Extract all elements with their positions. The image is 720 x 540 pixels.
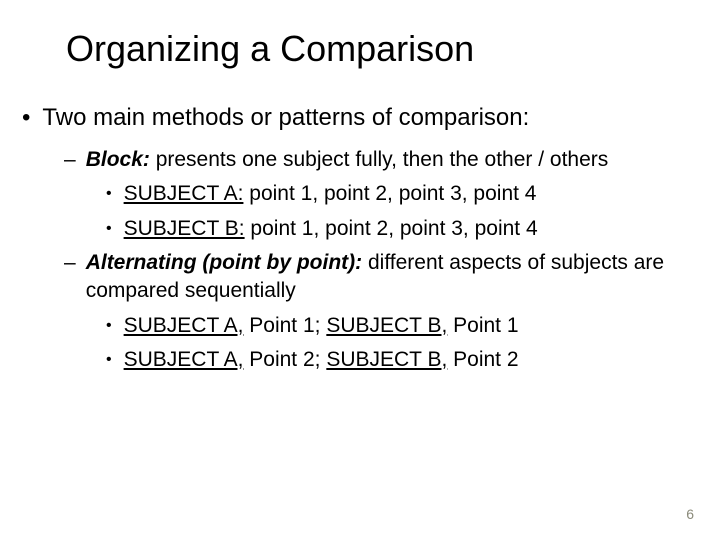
block-label: Block:	[86, 148, 150, 171]
subject-b-label: SUBJECT B:	[124, 217, 245, 240]
block-subject-a-text: SUBJECT A: point 1, point 2, point 3, po…	[124, 180, 537, 208]
alt2-subj-b: SUBJECT B,	[326, 348, 447, 371]
main-bullet: • Two main methods or patterns of compar…	[22, 104, 700, 132]
page-number: 6	[686, 506, 694, 522]
bullet-dot-icon: •	[22, 104, 30, 132]
bullet-dot-icon: •	[106, 180, 112, 208]
block-subject-a: • SUBJECT A: point 1, point 2, point 3, …	[106, 180, 670, 208]
alt2-mid: Point 2;	[243, 348, 326, 371]
alt2-subj-a: SUBJECT A,	[124, 348, 244, 371]
subject-a-points: point 1, point 2, point 3, point 4	[243, 182, 536, 205]
alternating-label: Alternating (point by point):	[86, 251, 362, 274]
block-subject-b: • SUBJECT B: point 1, point 2, point 3, …	[106, 215, 670, 243]
slide-title: Organizing a Comparison	[66, 28, 700, 70]
block-desc: presents one subject fully, then the oth…	[150, 148, 608, 171]
alt2-end: Point 2	[447, 348, 518, 371]
alternating-line-2-text: SUBJECT A, Point 2; SUBJECT B, Point 2	[124, 346, 519, 374]
dash-icon: –	[64, 146, 76, 174]
block-method: – Block: presents one subject fully, the…	[64, 146, 670, 174]
alternating-line-2: • SUBJECT A, Point 2; SUBJECT B, Point 2	[106, 346, 670, 374]
bullet-dot-icon: •	[106, 215, 112, 243]
alt1-subj-a: SUBJECT A,	[124, 314, 244, 337]
alternating-line-1: • SUBJECT A, Point 1; SUBJECT B, Point 1	[106, 312, 670, 340]
bullet-dot-icon: •	[106, 346, 112, 374]
alternating-text: Alternating (point by point): different …	[86, 249, 670, 306]
subject-a-label: SUBJECT A:	[124, 182, 244, 205]
alt1-mid: Point 1;	[243, 314, 326, 337]
main-bullet-text: Two main methods or patterns of comparis…	[42, 104, 529, 132]
subject-b-points: point 1, point 2, point 3, point 4	[245, 217, 538, 240]
dash-icon: –	[64, 249, 76, 277]
alternating-method: – Alternating (point by point): differen…	[64, 249, 670, 306]
alt1-end: Point 1	[447, 314, 518, 337]
block-text: Block: presents one subject fully, then …	[86, 146, 609, 174]
alternating-line-1-text: SUBJECT A, Point 1; SUBJECT B, Point 1	[124, 312, 519, 340]
bullet-dot-icon: •	[106, 312, 112, 340]
block-subject-b-text: SUBJECT B: point 1, point 2, point 3, po…	[124, 215, 538, 243]
alt1-subj-b: SUBJECT B,	[326, 314, 447, 337]
slide: Organizing a Comparison • Two main metho…	[0, 0, 720, 540]
